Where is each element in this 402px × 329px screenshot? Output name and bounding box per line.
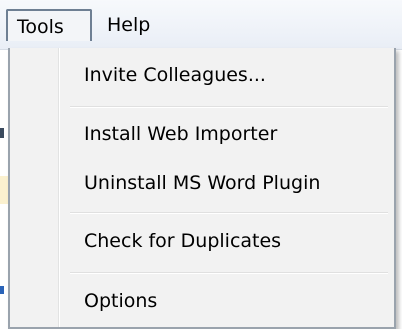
menu-bar: Tools Help <box>0 0 402 50</box>
menu-item-uninstall-word-plugin[interactable]: Uninstall MS Word Plugin <box>14 166 392 200</box>
tools-dropdown-menu: Invite Colleagues... Install Web Importe… <box>8 48 396 329</box>
menu-item-options[interactable]: Options <box>14 284 392 318</box>
menu-help[interactable]: Help <box>98 9 168 41</box>
menu-item-label: Install Web Importer <box>84 123 278 145</box>
background-edge-mark <box>0 128 4 138</box>
menu-item-check-duplicates[interactable]: Check for Duplicates <box>14 224 392 258</box>
app-screen: Tools Help Invite Colleagues... Install … <box>0 0 402 329</box>
background-edge-mark <box>0 286 4 294</box>
menu-item-label: Options <box>84 290 158 312</box>
background-highlight-band <box>0 176 8 204</box>
menu-separator <box>70 212 388 214</box>
menu-help-label: Help <box>107 14 151 36</box>
menu-item-label: Invite Colleagues... <box>84 64 266 86</box>
menu-item-label: Uninstall MS Word Plugin <box>84 172 321 194</box>
menu-tools[interactable]: Tools <box>6 9 92 41</box>
menu-item-invite-colleagues[interactable]: Invite Colleagues... <box>14 58 392 92</box>
background-window-edge <box>0 50 8 329</box>
menu-item-label: Check for Duplicates <box>84 230 282 252</box>
menu-tools-label: Tools <box>17 16 64 38</box>
menu-item-install-web-importer[interactable]: Install Web Importer <box>14 117 392 151</box>
menu-separator <box>70 272 388 274</box>
menu-separator <box>70 106 388 108</box>
